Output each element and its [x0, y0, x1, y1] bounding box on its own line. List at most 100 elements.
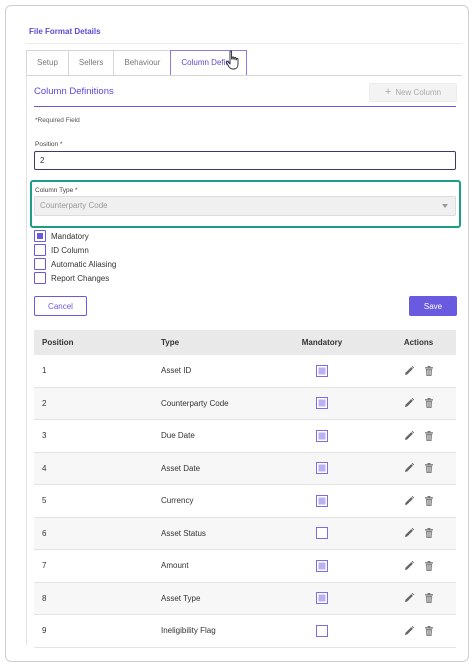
tab-setup[interactable]: Setup — [26, 50, 69, 76]
row-mandatory-cell — [263, 364, 381, 377]
row-actions — [381, 397, 456, 409]
trash-icon[interactable] — [423, 592, 435, 604]
row-mandatory-cell — [263, 462, 381, 475]
table-row: 2 Counterparty Code — [34, 387, 456, 420]
row-position: 3 — [42, 431, 47, 441]
table-row: 8 Asset Type — [34, 582, 456, 615]
section-title: Column Definitions — [34, 86, 114, 97]
pencil-icon[interactable] — [403, 527, 415, 539]
pencil-icon[interactable] — [403, 397, 415, 409]
pencil-icon[interactable] — [403, 462, 415, 474]
row-type: Currency — [161, 496, 194, 506]
automatic-aliasing-checkbox-label: Automatic Aliasing — [51, 259, 117, 269]
row-actions — [381, 495, 456, 507]
id-column-checkbox-label: ID Column — [51, 245, 89, 255]
page-title: File Format Details — [29, 27, 101, 36]
column-type-select[interactable]: Counterparty Code — [34, 196, 456, 216]
new-column-button[interactable]: + New Column — [369, 83, 457, 102]
table-body: 1 Asset ID 2 Counterparty Code 3 Due Dat… — [34, 355, 456, 648]
row-mandatory-checkbox[interactable] — [316, 397, 328, 410]
row-type: Ineligibility Flag — [161, 626, 216, 636]
mandatory-checkbox-label: Mandatory — [51, 231, 89, 241]
row-type: Counterparty Code — [161, 398, 229, 408]
pencil-icon[interactable] — [403, 495, 415, 507]
table-row: 7 Amount — [34, 550, 456, 583]
tab-bar: Setup Sellers Behaviour Column Definiti — [26, 50, 247, 76]
tab-behaviour[interactable]: Behaviour — [113, 50, 172, 76]
position-label: Position * — [35, 141, 63, 148]
report-changes-checkbox-label: Report Changes — [51, 273, 110, 283]
row-actions — [381, 625, 456, 637]
header-position[interactable]: Position — [34, 338, 153, 347]
row-mandatory-cell — [263, 559, 381, 572]
column-definitions-table: Position Type Mandatory Actions 1 Asset … — [34, 330, 456, 648]
new-column-label: New Column — [395, 88, 442, 97]
row-mandatory-checkbox[interactable] — [316, 462, 328, 475]
trash-icon[interactable] — [423, 527, 435, 539]
hand-cursor-icon — [225, 50, 241, 72]
row-mandatory-checkbox[interactable] — [316, 559, 328, 572]
row-position: 1 — [42, 366, 47, 376]
row-position: 7 — [42, 561, 47, 571]
pencil-icon[interactable] — [403, 625, 415, 637]
pencil-icon[interactable] — [403, 430, 415, 442]
row-position: 4 — [42, 463, 47, 473]
header-actions: Actions — [403, 338, 434, 347]
pencil-icon[interactable] — [403, 365, 415, 377]
panel-border — [26, 75, 27, 645]
id-column-checkbox[interactable] — [34, 244, 46, 256]
file-format-details-panel: File Format Details Setup Sellers Behavi… — [5, 5, 469, 662]
cancel-button[interactable]: Cancel — [34, 296, 87, 316]
row-mandatory-checkbox[interactable] — [316, 429, 328, 442]
row-mandatory-cell — [263, 592, 381, 605]
trash-icon[interactable] — [423, 462, 435, 474]
table-row: 9 Ineligibility Flag — [34, 615, 456, 648]
automatic-aliasing-checkbox[interactable] — [34, 258, 46, 270]
row-position: 2 — [42, 398, 47, 408]
row-position: 5 — [42, 496, 47, 506]
position-input[interactable] — [34, 151, 456, 170]
trash-icon[interactable] — [423, 430, 435, 442]
row-mandatory-cell — [263, 397, 381, 410]
row-mandatory-cell — [263, 527, 381, 540]
table-row: 5 Currency — [34, 485, 456, 518]
row-mandatory-checkbox[interactable] — [316, 527, 328, 540]
automatic-aliasing-option[interactable]: Automatic Aliasing — [34, 258, 116, 270]
trash-icon[interactable] — [423, 397, 435, 409]
mandatory-checkbox[interactable] — [34, 230, 46, 242]
row-mandatory-checkbox[interactable] — [316, 364, 328, 377]
header-mandatory[interactable]: Mandatory — [263, 338, 381, 347]
row-mandatory-checkbox[interactable] — [316, 494, 328, 507]
row-type: Asset Date — [161, 463, 201, 473]
report-changes-checkbox[interactable] — [34, 272, 46, 284]
caret-down-icon — [442, 204, 448, 208]
pencil-icon[interactable] — [403, 592, 415, 604]
header-type[interactable]: Type — [153, 338, 263, 347]
column-type-label: Column Type * — [35, 187, 78, 194]
table-header: Position Type Mandatory Actions — [34, 330, 456, 355]
row-type: Asset Type — [161, 593, 201, 603]
trash-icon[interactable] — [423, 560, 435, 572]
section-divider — [34, 106, 456, 107]
save-button[interactable]: Save — [409, 296, 457, 316]
row-mandatory-cell — [263, 624, 381, 637]
row-actions — [381, 527, 456, 539]
row-position: 9 — [42, 626, 47, 636]
row-mandatory-checkbox[interactable] — [316, 592, 328, 605]
row-mandatory-checkbox[interactable] — [316, 624, 328, 637]
row-actions — [381, 462, 456, 474]
tab-divider — [26, 75, 462, 76]
row-position: 8 — [42, 593, 47, 603]
row-type: Asset ID — [161, 366, 192, 376]
trash-icon[interactable] — [423, 365, 435, 377]
report-changes-option[interactable]: Report Changes — [34, 272, 109, 284]
row-actions — [381, 430, 456, 442]
header-divider — [26, 43, 462, 44]
pencil-icon[interactable] — [403, 560, 415, 572]
trash-icon[interactable] — [423, 625, 435, 637]
trash-icon[interactable] — [423, 495, 435, 507]
mandatory-option[interactable]: Mandatory — [34, 230, 89, 242]
tab-sellers[interactable]: Sellers — [67, 50, 115, 76]
required-field-note: *Required Field — [35, 117, 80, 124]
id-column-option[interactable]: ID Column — [34, 244, 89, 256]
